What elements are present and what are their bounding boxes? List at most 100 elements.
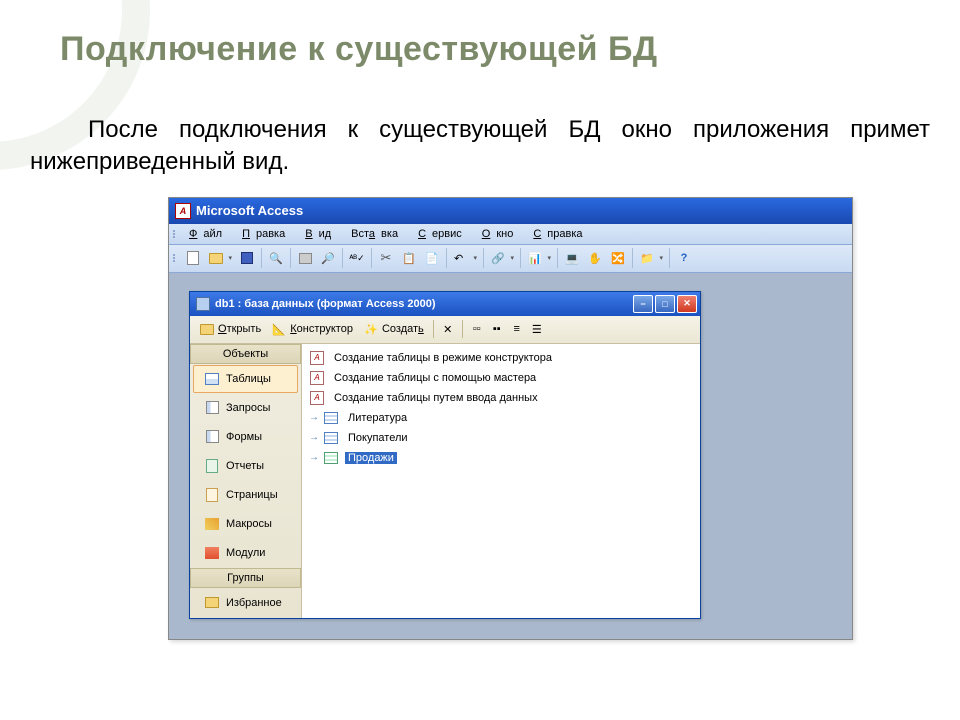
open-button[interactable]: [205, 247, 235, 269]
db-design-button[interactable]: 📐 Конструктор: [267, 319, 357, 339]
paste-button[interactable]: 📄: [421, 247, 443, 269]
menu-insert[interactable]: Вставка: [345, 226, 410, 242]
undo-button[interactable]: ↶: [450, 247, 480, 269]
menubar: Файл Правка Вид Вставка Сервис Окно Спра…: [169, 224, 852, 245]
save-button[interactable]: [236, 247, 258, 269]
menu-grip[interactable]: [173, 226, 179, 242]
dbwin-title-text: db1 : база данных (формат Access 2000): [215, 298, 633, 310]
modules-icon: [204, 545, 220, 561]
db-icon: [196, 297, 210, 311]
objects-header: Объекты: [190, 344, 301, 364]
view-small-icons-button[interactable]: ▪▪: [488, 320, 506, 338]
list-table-buyers[interactable]: →Покупатели: [306, 428, 696, 448]
separator: [446, 248, 447, 268]
menu-tools[interactable]: Сервис: [412, 226, 474, 242]
menu-view[interactable]: Вид: [299, 226, 343, 242]
pages-icon: [204, 487, 220, 503]
database-window: db1 : база данных (формат Access 2000) −…: [189, 291, 701, 619]
design-icon: 📐: [271, 321, 287, 337]
create-icon: ✨: [363, 321, 379, 337]
separator: [557, 248, 558, 268]
sidebar-tables[interactable]: Таблицы: [193, 365, 298, 393]
menu-window[interactable]: Окно: [476, 226, 526, 242]
dbwin-titlebar: db1 : база данных (формат Access 2000) −…: [190, 292, 700, 316]
list-create-entry[interactable]: AСоздание таблицы путем ввода данных: [306, 388, 696, 408]
favorites-icon: [204, 595, 220, 611]
view-list-button[interactable]: ≡: [508, 320, 526, 338]
help-button[interactable]: ?: [673, 247, 695, 269]
separator: [342, 248, 343, 268]
forms-icon: [204, 429, 220, 445]
minimize-button[interactable]: −: [633, 295, 653, 313]
link-arrow-icon: →: [309, 432, 319, 443]
search-button[interactable]: 🔍: [265, 247, 287, 269]
tables-icon: [204, 371, 220, 387]
separator: [290, 248, 291, 268]
relationships-button[interactable]: 🔀: [607, 247, 629, 269]
sidebar-queries[interactable]: Запросы: [193, 394, 298, 422]
menu-help[interactable]: Справка: [527, 226, 594, 242]
sidebar-macros[interactable]: Макросы: [193, 510, 298, 538]
new-icon: A: [309, 390, 325, 406]
separator: [483, 248, 484, 268]
delete-button[interactable]: ✕: [439, 320, 457, 338]
link-arrow-icon: →: [309, 412, 319, 423]
list-create-designer[interactable]: AСоздание таблицы в режиме конструктора: [306, 348, 696, 368]
office-links-button[interactable]: 🔗: [487, 247, 517, 269]
view-large-icons-button[interactable]: ▫▫: [468, 320, 486, 338]
list-table-literature[interactable]: →Литература: [306, 408, 696, 428]
separator: [261, 248, 262, 268]
reports-icon: [204, 458, 220, 474]
sidebar-modules[interactable]: Модули: [193, 539, 298, 567]
table-icon: [323, 410, 339, 426]
view-details-button[interactable]: ☰: [528, 320, 546, 338]
analyze-button[interactable]: 📊: [524, 247, 554, 269]
sidebar-reports[interactable]: Отчеты: [193, 452, 298, 480]
separator: [433, 320, 434, 338]
spell-button[interactable]: ᴬᴮ✓: [346, 247, 368, 269]
copy-button[interactable]: 📋: [398, 247, 420, 269]
macros-icon: [204, 516, 220, 532]
properties-button[interactable]: ✋: [584, 247, 606, 269]
access-app-window: A Microsoft Access Файл Правка Вид Встав…: [168, 197, 853, 640]
app-titlebar: A Microsoft Access: [169, 198, 852, 224]
new-button[interactable]: [182, 247, 204, 269]
separator: [632, 248, 633, 268]
print-button[interactable]: [294, 247, 316, 269]
db-open-button[interactable]: Открыть: [195, 319, 265, 339]
menu-edit[interactable]: Правка: [236, 226, 297, 242]
db-body: Объекты Таблицы Запросы Формы Отчеты Стр…: [190, 344, 700, 618]
separator: [669, 248, 670, 268]
sidebar-favorites[interactable]: Избранное: [193, 589, 298, 617]
separator: [462, 320, 463, 338]
code-button[interactable]: 💻: [561, 247, 583, 269]
groups-header: Группы: [190, 568, 301, 588]
slide-title: Подключение к существующей БД: [0, 0, 960, 69]
new-icon: A: [309, 350, 325, 366]
new-object-button[interactable]: 📁: [636, 247, 666, 269]
new-icon: A: [309, 370, 325, 386]
sidebar-pages[interactable]: Страницы: [193, 481, 298, 509]
cut-button[interactable]: ✂: [375, 247, 397, 269]
table-icon: [323, 450, 339, 466]
sidebar-forms[interactable]: Формы: [193, 423, 298, 451]
list-table-sales[interactable]: →Продажи: [306, 448, 696, 468]
workspace: db1 : база данных (формат Access 2000) −…: [169, 273, 852, 639]
db-create-button[interactable]: ✨ Создать: [359, 319, 428, 339]
maximize-button[interactable]: □: [655, 295, 675, 313]
access-icon: A: [175, 203, 191, 219]
window-controls: − □ ✕: [633, 295, 697, 313]
db-object-list: AСоздание таблицы в режиме конструктора …: [302, 344, 700, 618]
list-create-wizard[interactable]: AСоздание таблицы с помощью мастера: [306, 368, 696, 388]
link-arrow-icon: →: [309, 452, 319, 463]
db-toolbar: Открыть 📐 Конструктор ✨ Создать ✕ ▫▫ ▪▪ …: [190, 316, 700, 344]
db-sidebar: Объекты Таблицы Запросы Формы Отчеты Стр…: [190, 344, 302, 618]
preview-button[interactable]: 🔎: [317, 247, 339, 269]
table-icon: [323, 430, 339, 446]
close-button[interactable]: ✕: [677, 295, 697, 313]
separator: [371, 248, 372, 268]
slide-body: После подключения к существующей БД окно…: [0, 69, 960, 179]
menu-file[interactable]: Файл: [183, 226, 234, 242]
open-icon: [199, 321, 215, 337]
toolbar-grip[interactable]: [173, 254, 179, 262]
